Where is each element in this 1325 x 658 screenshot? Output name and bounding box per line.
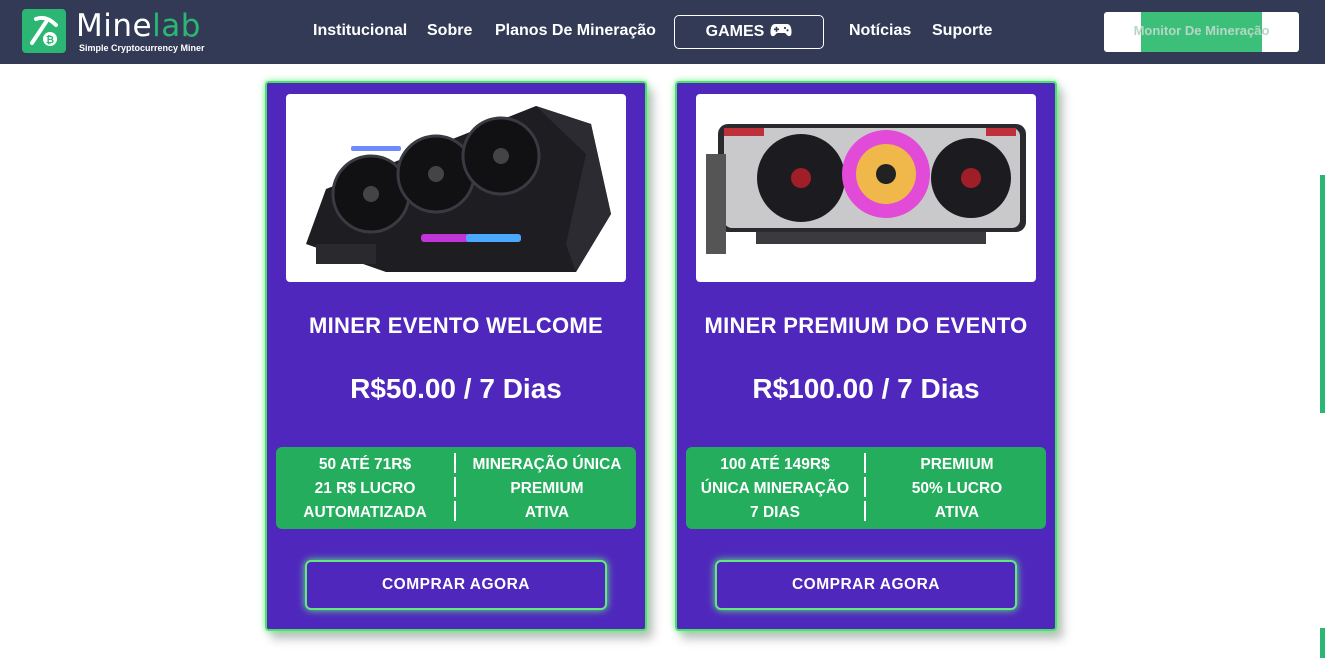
nav-planos[interactable]: Planos De Mineração [495, 22, 656, 40]
plan-price: R$100.00 / 7 Dias [752, 373, 980, 404]
pickaxe-bitcoin-icon: ₿ [22, 9, 66, 53]
nav-suporte[interactable]: Suporte [932, 22, 992, 40]
feature-item: 50 ATÉ 71R$ [318, 456, 412, 473]
plan-features: 100 ATÉ 149R$ ÚNICA MINERAÇÃO 7 DIAS PRE… [686, 447, 1046, 529]
feature-item: MINERAÇÃO ÚNICA [472, 456, 622, 473]
feature-item: 21 R$ LUCRO [314, 480, 416, 497]
nav-noticias[interactable]: Notícias [849, 22, 911, 40]
plan-title: MINER PREMIUM DO EVENTO [704, 313, 1028, 338]
feature-item: 100 ATÉ 149R$ [720, 456, 830, 473]
side-accent-bar [1320, 175, 1325, 413]
brand-logo[interactable]: ₿ Minelab Simple Cryptocurrency Miner [22, 9, 205, 53]
feature-item: 50% LUCRO [911, 480, 1003, 497]
svg-text:₿: ₿ [46, 34, 54, 46]
brand-tagline: Simple Cryptocurrency Miner [79, 43, 205, 53]
games-label: GAMES [705, 23, 765, 40]
brand-name: Minelab [76, 8, 201, 44]
monitor-mineracao-button[interactable]: Monitor De Mineração [1104, 12, 1299, 52]
comprar-agora-button[interactable]: COMPRAR AGORA [305, 560, 607, 610]
plan-card: MINER PREMIUM DO EVENTO R$100.00 / 7 Dia… [675, 81, 1057, 631]
nav-sobre[interactable]: Sobre [427, 22, 472, 40]
plan-card: MINER EVENTO WELCOME R$50.00 / 7 Dias 50… [265, 81, 647, 631]
graphics-card-image [286, 94, 626, 282]
plan-features: 50 ATÉ 71R$ 21 R$ LUCRO AUTOMATIZADA MIN… [276, 447, 636, 529]
gamepad-icon [770, 22, 792, 43]
feature-item: PREMIUM [920, 456, 994, 473]
feature-item: PREMIUM [510, 480, 584, 497]
feature-item: ATIVA [934, 504, 980, 521]
graphics-card-image [696, 94, 1036, 282]
side-accent-bar [1320, 628, 1325, 658]
plan-price: R$50.00 / 7 Dias [350, 373, 562, 404]
feature-item: 7 DIAS [750, 504, 800, 521]
top-navbar: ₿ Minelab Simple Cryptocurrency Miner In… [0, 0, 1325, 64]
feature-item: ÚNICA MINERAÇÃO [700, 480, 850, 497]
comprar-agora-button[interactable]: COMPRAR AGORA [715, 560, 1017, 610]
monitor-label: Monitor De Mineração [1133, 23, 1270, 38]
feature-item: ATIVA [524, 504, 570, 521]
nav-institucional[interactable]: Institucional [313, 22, 407, 40]
feature-item: AUTOMATIZADA [303, 504, 427, 521]
plan-title: MINER EVENTO WELCOME [308, 313, 604, 338]
games-button[interactable]: GAMES [674, 15, 824, 49]
